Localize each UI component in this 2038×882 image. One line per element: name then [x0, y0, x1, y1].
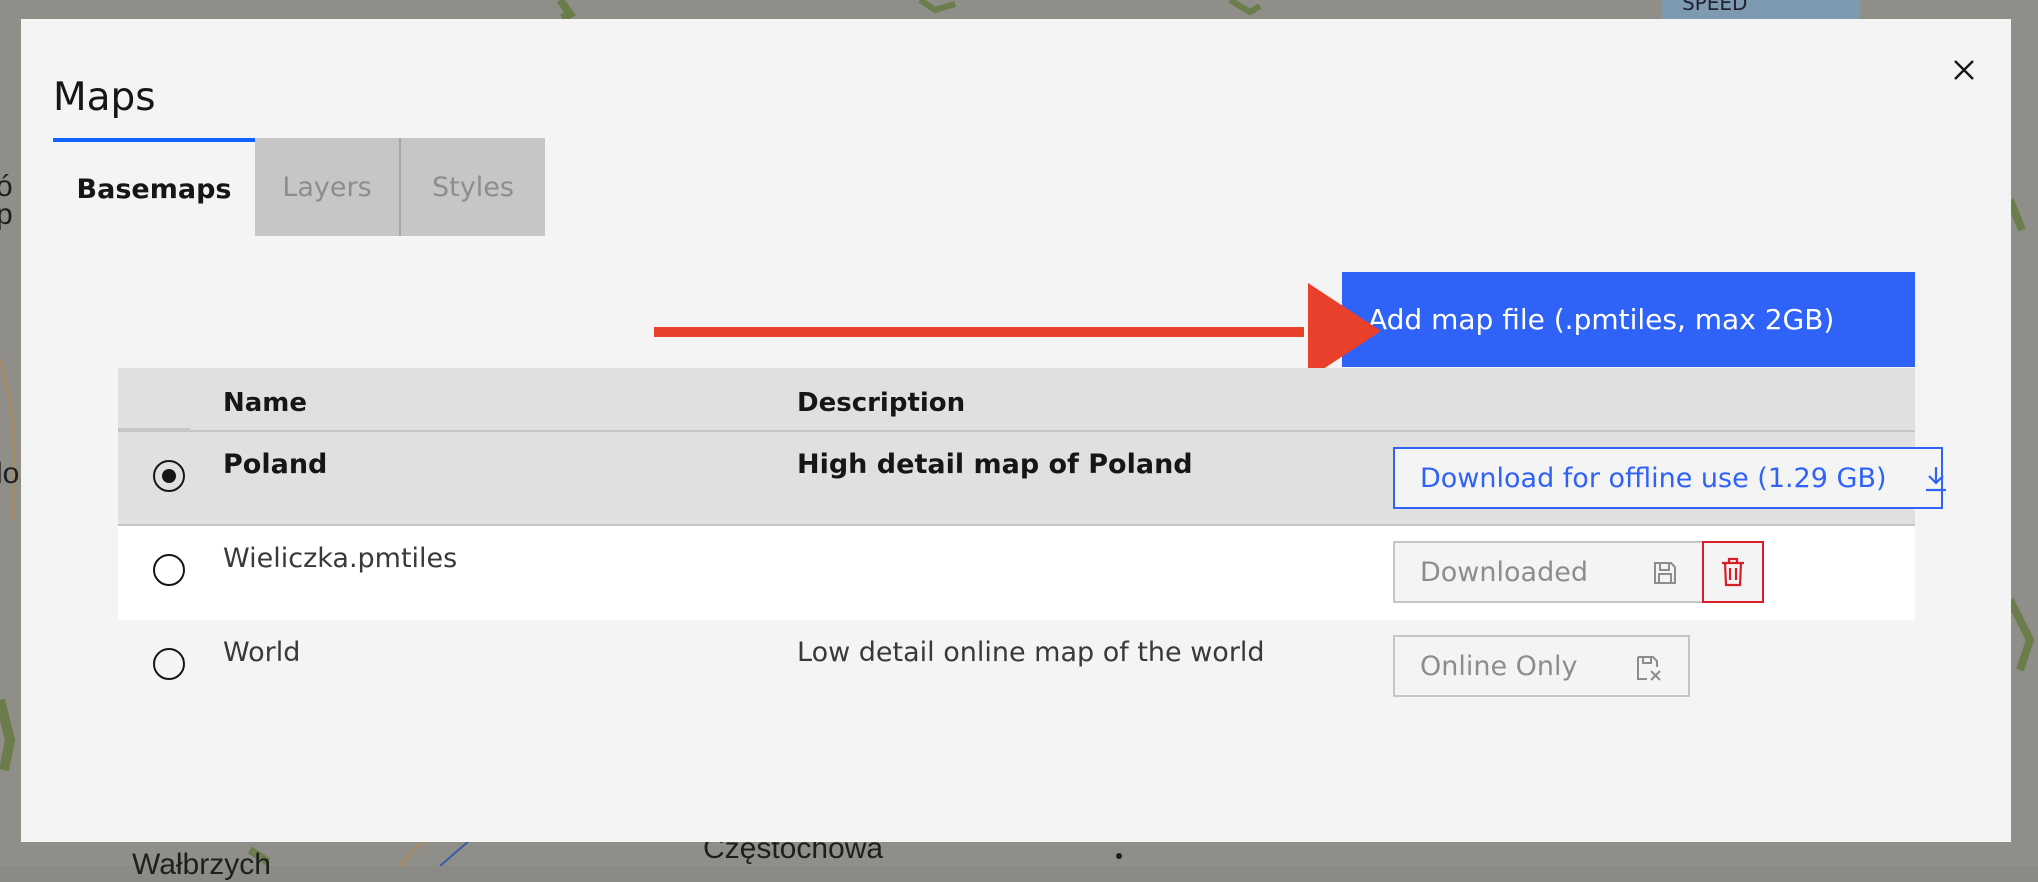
speed-badge: SPEED	[1662, 0, 1860, 20]
delete-map-button[interactable]	[1702, 541, 1764, 603]
online-only-button[interactable]: Online Only	[1393, 635, 1690, 697]
radio-wieliczka[interactable]	[153, 554, 185, 586]
annotation-arrow-icon	[654, 283, 1381, 379]
row-description: Low detail online map of the world	[797, 637, 1265, 668]
download-button-label: Download for offline use (1.29 GB)	[1420, 462, 1887, 494]
close-icon	[1954, 60, 1974, 80]
column-header-description: Description	[797, 388, 966, 418]
row-description: High detail map of Poland	[797, 449, 1193, 480]
tab-layers[interactable]: Layers	[255, 138, 401, 236]
tab-list: Basemaps Layers Styles	[53, 138, 545, 255]
column-header-name: Name	[223, 388, 308, 418]
tab-styles[interactable]: Styles	[401, 138, 545, 236]
download-icon	[1926, 467, 1946, 492]
table-row[interactable]: Wieliczka.pmtiles Downloaded	[118, 526, 1915, 620]
row-name: World	[223, 637, 301, 668]
table-row[interactable]: Poland High detail map of Poland Downloa…	[118, 432, 1946, 526]
table-row[interactable]: World Low detail online map of the world…	[118, 620, 1915, 714]
close-button[interactable]	[1941, 47, 1987, 93]
save-off-icon	[1637, 656, 1661, 681]
radio-world[interactable]	[153, 648, 185, 680]
downloaded-button-label: Downloaded	[1420, 556, 1588, 588]
download-offline-button[interactable]: Download for offline use (1.29 GB)	[1393, 447, 1946, 509]
save-icon	[1654, 562, 1676, 584]
basemaps-table: Name Description Poland High detail map …	[118, 368, 1946, 714]
radio-poland[interactable]	[153, 460, 185, 492]
row-name: Poland	[223, 449, 328, 480]
downloaded-button[interactable]: Downloaded	[1393, 541, 1705, 603]
online-only-button-label: Online Only	[1420, 650, 1578, 682]
add-map-file-button[interactable]: Add map file (.pmtiles, max 2GB)	[1342, 272, 1915, 367]
modal-title: Maps	[53, 75, 156, 120]
maps-modal: Maps Basemaps Layers Styles Add map file…	[21, 19, 2011, 842]
radio-selected-dot	[162, 469, 176, 483]
row-name: Wieliczka.pmtiles	[223, 543, 458, 574]
tab-basemaps[interactable]: Basemaps	[53, 138, 255, 236]
trash-icon	[1722, 557, 1744, 587]
table-header: Name Description	[118, 368, 1915, 432]
map-label-walbrzych: Wałbrzych	[132, 848, 271, 881]
